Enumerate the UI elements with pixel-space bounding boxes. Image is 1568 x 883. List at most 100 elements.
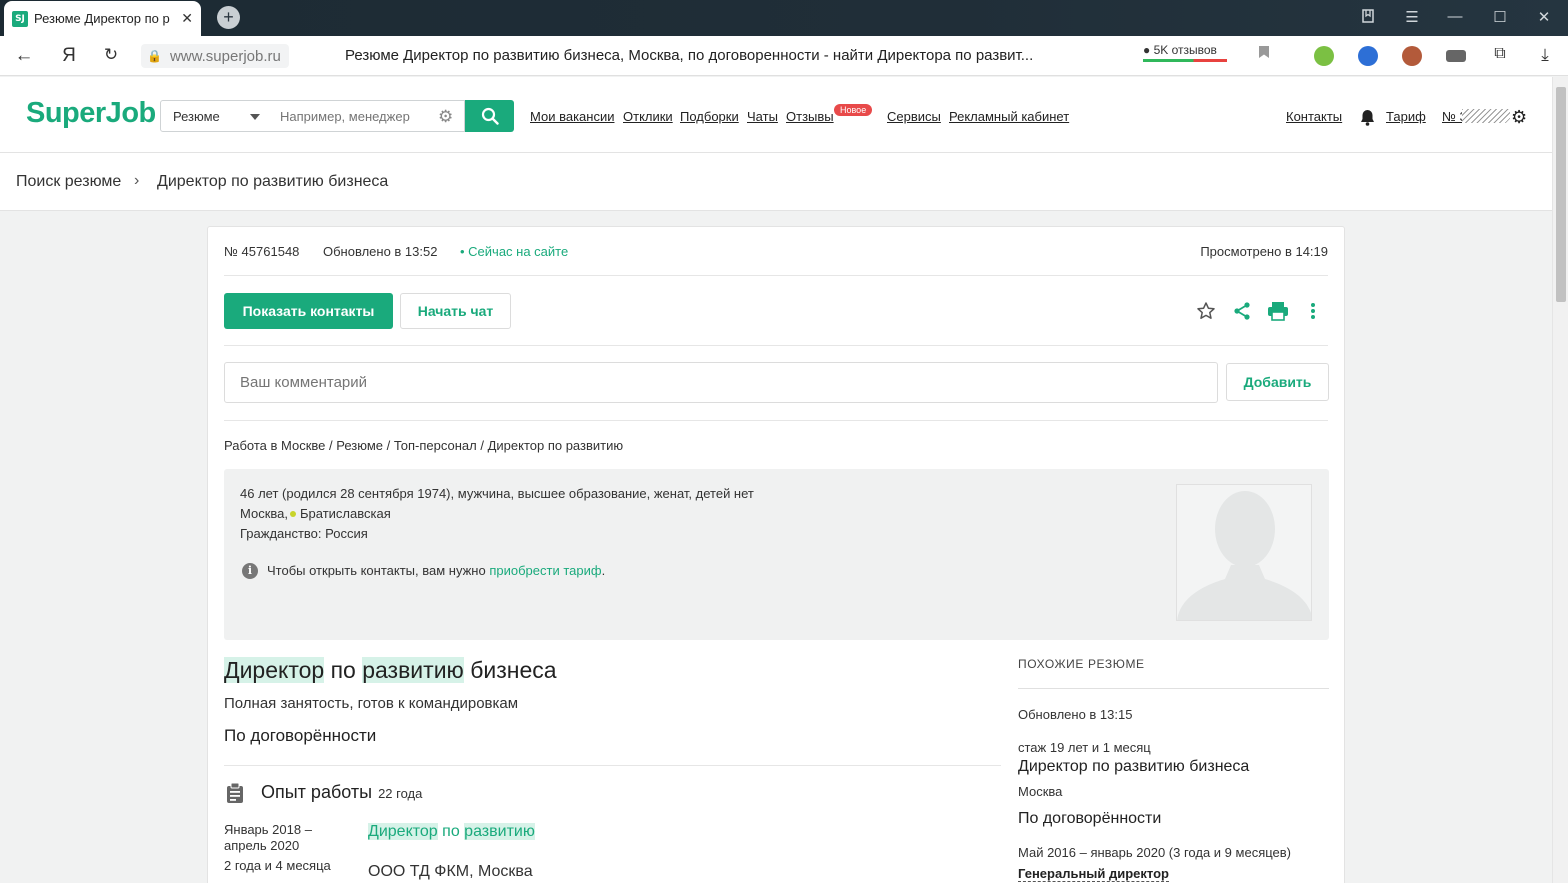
menu-hamburger-icon[interactable]: ☰ [1402, 8, 1422, 26]
extension-green-icon[interactable] [1314, 46, 1334, 66]
reviews-label: 5K отзывов [1153, 43, 1217, 57]
bell-icon[interactable] [1360, 109, 1375, 130]
bookmarks-panel-icon[interactable] [1358, 8, 1378, 28]
reviews-rating-bar [1143, 59, 1227, 62]
job-duration: 2 года и 4 месяца [224, 858, 331, 873]
show-contacts-button[interactable]: Показать контакты [224, 293, 393, 329]
search-icon [481, 107, 499, 125]
title-word-4: бизнеса [470, 657, 557, 683]
scrollbar-thumb[interactable] [1556, 87, 1566, 302]
bookmark-icon[interactable] [1252, 45, 1276, 63]
similar-updated: Обновлено в 13:15 [1018, 707, 1133, 722]
address-page-title[interactable]: Резюме Директор по развитию бизнеса, Мос… [345, 47, 1033, 64]
divider [1018, 688, 1329, 689]
nav-chats[interactable]: Чаты [747, 109, 778, 124]
similar-title-link[interactable]: Директор по развитию бизнеса [1018, 758, 1249, 776]
nav-ad-cabinet[interactable]: Рекламный кабинет [949, 109, 1069, 124]
nav-services[interactable]: Сервисы [887, 109, 941, 124]
url-domain-text: www.superjob.ru [169, 47, 281, 65]
account-number-scribble [1462, 109, 1510, 123]
tab-title: Резюме Директор по р [34, 11, 170, 26]
yandex-logo-icon[interactable]: Я [57, 45, 81, 67]
comment-input[interactable] [224, 362, 1218, 403]
job-title: Директор по развитию [368, 823, 535, 841]
page-scrollbar[interactable] [1552, 77, 1568, 883]
breadcrumb-search-resumes[interactable]: Поиск резюме [16, 173, 121, 191]
experience-total: 22 года [378, 786, 423, 801]
job-title-word-3: развитию [464, 823, 535, 840]
personal-info-box: 46 лет (родился 28 сентября 1974), мужчи… [224, 469, 1329, 640]
salary: По договорённости [224, 726, 377, 745]
extension-gray-icon[interactable] [1446, 50, 1466, 62]
extension-avatar-icon[interactable] [1402, 46, 1422, 66]
start-chat-button[interactable]: Начать чат [400, 293, 511, 329]
title-word-3: развитию [362, 657, 464, 683]
resume-updated: Обновлено в 13:52 [323, 244, 438, 259]
speech-bubble-icon: ● [1143, 43, 1151, 57]
share-icon[interactable] [1231, 300, 1253, 322]
search-button[interactable] [465, 100, 514, 132]
add-comment-button[interactable]: Добавить [1226, 363, 1329, 401]
search-type-select[interactable]: Резюме [160, 100, 271, 132]
extension-blue-icon[interactable] [1358, 46, 1378, 66]
download-icon[interactable]: ⤓ [1533, 45, 1557, 65]
superjob-favicon-icon: SJ [12, 10, 28, 27]
reload-icon[interactable]: ↻ [99, 45, 123, 65]
similar-last-position[interactable]: Генеральный директор [1018, 866, 1169, 882]
avatar-placeholder [1176, 484, 1312, 621]
back-arrow-icon[interactable]: ← [12, 45, 36, 67]
reviews-widget[interactable]: ● 5K отзывов [1143, 43, 1227, 62]
search-settings-gear-icon[interactable]: ⚙ [438, 107, 453, 127]
divider [224, 345, 1328, 346]
title-word-1: Директор [224, 657, 325, 683]
similar-period: Май 2016 – январь 2020 (3 года и 9 месяц… [1018, 845, 1291, 860]
minimize-icon[interactable]: — [1445, 8, 1465, 25]
new-tab-plus-icon[interactable]: + [217, 6, 240, 29]
star-favorite-icon[interactable] [1195, 300, 1217, 322]
location: Москва, Братиславская [240, 506, 391, 521]
browser-tab[interactable]: SJ Резюме Директор по р ✕ [4, 1, 201, 36]
breadcrumb-current: Директор по развитию бизнеса [157, 173, 389, 190]
window-close-icon[interactable]: ✕ [1534, 8, 1554, 26]
similar-city: Москва [1018, 784, 1063, 799]
maximize-icon[interactable]: ☐ [1490, 8, 1510, 26]
nav-responses[interactable]: Отклики [623, 109, 673, 124]
online-status: • Сейчас на сайте [460, 244, 569, 259]
nav-my-vacancies[interactable]: Мои вакансии [530, 109, 614, 124]
nav-selections[interactable]: Подборки [680, 109, 739, 124]
tab-close-icon[interactable]: ✕ [181, 10, 193, 27]
divider [224, 275, 1328, 276]
employment-type: Полная занятость, готов к командировкам [224, 695, 519, 712]
superjob-logo[interactable]: SuperJob [26, 97, 156, 130]
print-icon[interactable] [1267, 300, 1289, 322]
site-header: SuperJob Резюме ⚙ Мои вакансии Отклики П… [0, 77, 1552, 153]
nav-contacts[interactable]: Контакты [1286, 109, 1342, 124]
title-word-2: по [330, 657, 356, 683]
nav-tariff[interactable]: Тариф [1386, 109, 1426, 124]
url-domain-pill[interactable]: 🔒 www.superjob.ru [141, 44, 289, 68]
chevron-right-icon: › [134, 172, 140, 189]
divider [224, 420, 1328, 421]
category-path[interactable]: Работа в Москве / Резюме / Топ-персонал … [224, 438, 623, 453]
job-title-word-2: по [442, 823, 460, 840]
similar-experience: стаж 19 лет и 1 месяц [1018, 740, 1151, 755]
job-title-word-1: Директор [368, 823, 438, 840]
buy-tariff-link[interactable]: приобрести тариф [489, 563, 601, 578]
resume-card: № 45761548 Обновлено в 13:52 • Сейчас на… [207, 226, 1345, 883]
account-settings-gear-icon[interactable]: ⚙ [1511, 107, 1527, 128]
person-silhouette-icon [1177, 491, 1311, 620]
experience-label: Опыт работы [261, 782, 373, 802]
lock-icon: 🔒 [147, 49, 162, 63]
more-vertical-icon[interactable] [1302, 300, 1324, 322]
citizenship: Гражданство: Россия [240, 526, 368, 541]
nav-reviews[interactable]: Отзывы [786, 109, 834, 124]
divider [224, 765, 1001, 766]
collections-icon[interactable]: ⧉ [1488, 45, 1512, 63]
job-date-to: апрель 2020 [224, 838, 300, 853]
job-date-from: Январь 2018 – [224, 822, 312, 837]
caret-down-icon [250, 114, 260, 120]
info-icon: i [242, 563, 258, 579]
search-input[interactable] [270, 100, 465, 132]
similar-heading: ПОХОЖИЕ РЕЗЮМЕ [1018, 657, 1145, 671]
metro-line-dot-icon [290, 511, 296, 518]
